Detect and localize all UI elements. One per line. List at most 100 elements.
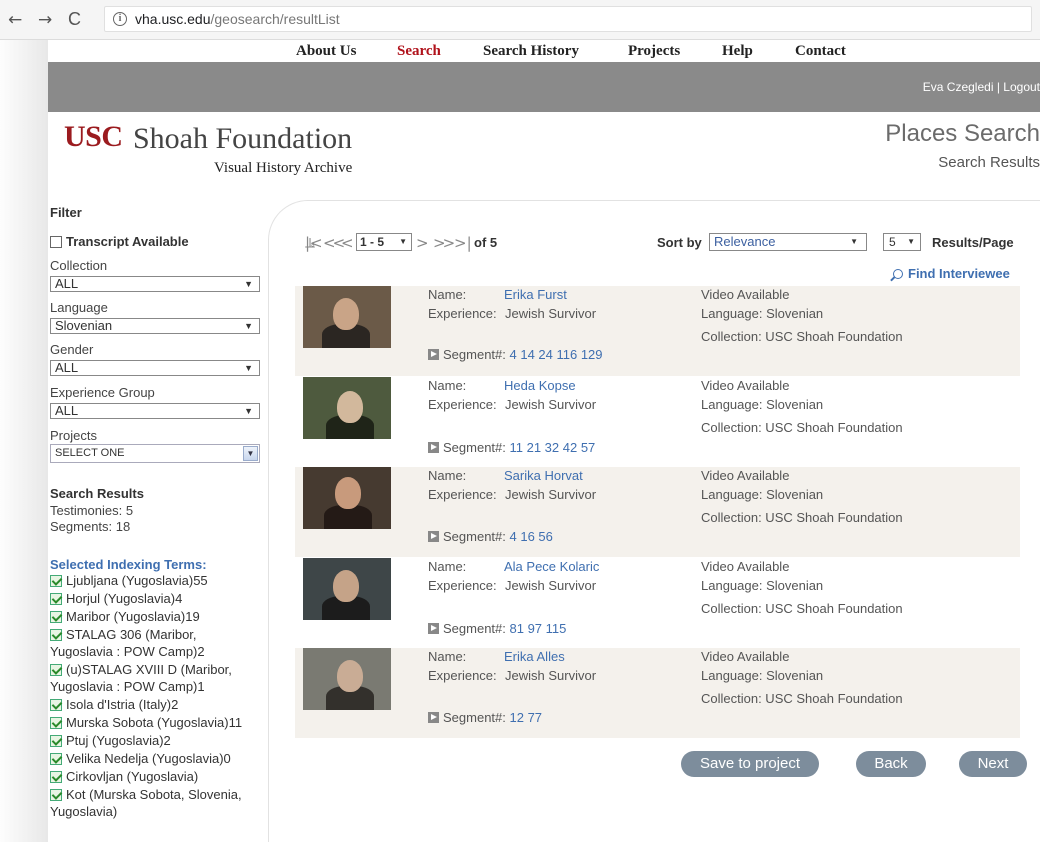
interviewee-name-link[interactable]: Ala Pece Kolaric <box>504 559 599 574</box>
url-text[interactable]: vha.usc.edu/geosearch/resultList <box>135 11 340 27</box>
projects-select[interactable]: SELECT ONE ▼ <box>50 444 260 463</box>
term-checkbox[interactable] <box>50 699 62 711</box>
term-label: Yugoslavia) <box>50 804 118 819</box>
play-icon[interactable] <box>428 531 439 542</box>
prev-many-button[interactable]: << <box>323 234 345 252</box>
result-row: Name: Erika Alles Experience: Jewish Surviv… <box>295 648 1020 738</box>
back-button[interactable]: Back <box>856 751 926 777</box>
page-title: Places Search <box>885 120 1040 147</box>
term-checkbox[interactable] <box>50 771 62 783</box>
name-label: Name: <box>428 287 467 302</box>
nav-help[interactable]: Help <box>722 43 753 60</box>
term-checkbox[interactable] <box>50 735 62 747</box>
collection-label: Collection <box>50 258 108 273</box>
interviewee-thumbnail[interactable] <box>303 376 391 439</box>
interviewee-name-link[interactable]: Sarika Horvat <box>504 468 583 483</box>
experience-select[interactable]: ALL ▼ <box>50 403 260 419</box>
term-checkbox[interactable] <box>50 717 62 729</box>
language-select[interactable]: Slovenian ▼ <box>50 318 260 334</box>
nav-search-history[interactable]: Search History <box>483 43 579 60</box>
play-icon[interactable] <box>428 622 439 634</box>
segment-numbers[interactable]: 81 97 115 <box>510 621 567 636</box>
segments-count: Segments: 18 <box>50 519 131 534</box>
nav-about-us[interactable]: About Us <box>296 43 356 60</box>
segment-line: Segment#: 4 16 56 <box>428 529 553 544</box>
nav-search[interactable]: Search <box>397 43 441 60</box>
interviewee-name-link[interactable]: Erika Furst <box>504 287 567 302</box>
gender-value: ALL <box>55 360 79 375</box>
first-page-button[interactable]: |< <box>305 234 323 252</box>
term-checkbox[interactable] <box>50 593 62 605</box>
next-many-button[interactable]: >> <box>433 234 455 252</box>
interviewee-thumbnail[interactable] <box>303 467 391 529</box>
prev-page-button[interactable]: < <box>341 234 354 252</box>
info-icon[interactable]: i <box>113 12 127 26</box>
segment-label: Segment#: <box>443 439 506 455</box>
user-name[interactable]: Eva Czegledi <box>923 80 994 94</box>
find-interviewee-link[interactable]: Find Interviewee <box>893 266 1010 281</box>
logout-link[interactable]: Logout <box>1003 80 1040 94</box>
term-checkbox[interactable] <box>50 789 62 801</box>
logo-usc: USC <box>64 120 123 153</box>
term-label: Murska Sobota (Yugoslavia)11 <box>66 715 243 730</box>
sort-select[interactable]: Relevance ▼ <box>709 233 867 251</box>
interviewee-thumbnail[interactable] <box>303 648 391 710</box>
play-icon[interactable] <box>428 349 439 360</box>
main-nav: About Us Search Search History Projects … <box>48 40 1040 62</box>
experience-value: Jewish Survivor <box>505 668 597 683</box>
transcript-checkbox[interactable] <box>50 236 62 248</box>
play-icon[interactable] <box>428 441 439 453</box>
last-page-button[interactable]: >| <box>454 234 472 252</box>
term-label: Yugoslavia : POW Camp)2 <box>50 644 205 659</box>
segment-numbers[interactable]: 12 77 <box>510 710 543 725</box>
term-checkbox[interactable] <box>50 629 62 641</box>
logo-subtitle: Visual History Archive <box>214 160 353 176</box>
term-label: Kot (Murska Sobota, Slovenia, <box>66 787 242 802</box>
term-label: Horjul (Yugoslavia)4 <box>66 591 183 606</box>
experience-value: Jewish Survivor <box>505 487 597 502</box>
term-checkbox[interactable] <box>50 575 62 587</box>
transcript-filter: Transcript Available <box>50 233 265 250</box>
results-per-page-select[interactable]: 5 ▼ <box>883 233 921 251</box>
term-checkbox[interactable] <box>50 611 62 623</box>
search-icon <box>893 269 903 279</box>
experience-label: Experience: <box>428 487 497 502</box>
term-checkbox[interactable] <box>50 753 62 765</box>
segment-numbers[interactable]: 4 14 24 116 129 <box>510 347 603 362</box>
video-available: Video Available <box>701 649 790 664</box>
nav-contact[interactable]: Contact <box>795 43 846 60</box>
forward-arrow-icon[interactable]: → <box>38 10 52 30</box>
reload-icon[interactable]: C <box>68 9 81 30</box>
gender-label: Gender <box>50 342 94 357</box>
save-to-project-button[interactable]: Save to project <box>681 751 819 777</box>
url-host: vha.usc.edu <box>135 11 211 27</box>
segment-line: Segment#: 81 97 115 <box>428 621 566 636</box>
interviewee-name-link[interactable]: Heda Kopse <box>504 378 576 393</box>
collection-select[interactable]: ALL ▼ <box>50 276 260 292</box>
address-bar[interactable]: i vha.usc.edu/geosearch/resultList <box>104 6 1032 32</box>
chevron-down-icon: ▼ <box>244 363 253 373</box>
language-info: Language: Slovenian <box>701 306 824 321</box>
nav-projects[interactable]: Projects <box>628 43 680 60</box>
experience-label: Experience Group <box>50 385 155 400</box>
video-available: Video Available <box>701 287 790 302</box>
collection-info: Collection: USC Shoah Foundation <box>701 510 903 525</box>
term-checkbox[interactable] <box>50 664 62 676</box>
back-arrow-icon[interactable]: ← <box>8 10 22 30</box>
interviewee-name-link[interactable]: Erika Alles <box>504 649 565 664</box>
next-page-button[interactable]: > <box>416 234 429 252</box>
gender-select[interactable]: ALL ▼ <box>50 360 260 376</box>
chevron-down-icon: ▼ <box>399 237 407 246</box>
interviewee-thumbnail[interactable] <box>303 286 391 348</box>
interviewee-thumbnail[interactable] <box>303 557 391 620</box>
segment-numbers[interactable]: 4 16 56 <box>510 529 553 544</box>
play-icon[interactable] <box>428 712 439 723</box>
next-button[interactable]: Next <box>959 751 1027 777</box>
segment-numbers[interactable]: 11 21 32 42 57 <box>510 440 596 455</box>
video-available: Video Available <box>701 558 790 574</box>
collection-value: ALL <box>55 276 79 291</box>
term-label: Ptuj (Yugoslavia)2 <box>66 733 171 748</box>
page-range-select[interactable]: 1 - 5 ▼ <box>356 233 412 251</box>
chevron-down-icon: ▼ <box>244 279 253 289</box>
term-label: Isola d'Istria (Italy)2 <box>66 697 179 712</box>
